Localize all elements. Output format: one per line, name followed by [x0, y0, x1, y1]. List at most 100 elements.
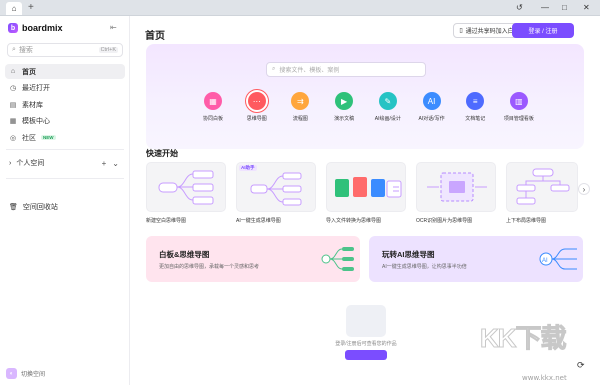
- watermark-url: www.kkx.net: [522, 374, 567, 382]
- tool-document[interactable]: ≡ 文档笔记: [458, 92, 492, 122]
- brand-logo[interactable]: b boardmix: [8, 23, 63, 33]
- banner-subtitle: 更加自由的思维导图，承载每一个灵感和思考: [159, 264, 260, 270]
- ocr-preview-icon: [427, 172, 487, 202]
- new-badge: NEW: [41, 135, 56, 140]
- whiteboard-icon: ▦: [204, 92, 222, 110]
- banner-ai-mindmap[interactable]: 玩转AI思维导图 AI一键生成思维导图，让构思事半功倍 AI: [369, 236, 583, 282]
- card-thumbnail: [506, 162, 578, 212]
- sidebar-item-label: 素材库: [22, 101, 43, 109]
- ai-chat-icon: AI: [422, 92, 441, 110]
- presentation-icon: ▶: [335, 92, 354, 110]
- svg-text:AI: AI: [542, 258, 548, 264]
- sidebar-item-home[interactable]: ⌂ 首页: [5, 64, 125, 79]
- mindmap-illustration-icon: [321, 247, 354, 271]
- switch-account[interactable]: ◐ 切换空间: [6, 368, 45, 379]
- quick-card-import-file[interactable]: 导入文件转换为思维导图: [326, 162, 406, 224]
- page-title: 首页: [145, 31, 165, 42]
- sidebar-search[interactable]: ⌕ 搜索 Ctrl+K: [7, 43, 123, 57]
- sidebar-nav: ⌂ 首页 ◷ 最近打开 ▤ 素材库 ▦ 模板中心 ◎ 社区 NEW: [5, 64, 125, 147]
- chevron-right-icon[interactable]: ›: [578, 183, 590, 195]
- refresh-icon[interactable]: ↺: [516, 2, 523, 14]
- sidebar-item-recent[interactable]: ◷ 最近打开: [5, 81, 125, 96]
- community-icon: ◎: [9, 134, 17, 142]
- tool-label: 协同白板: [202, 116, 223, 122]
- home-icon: ⌂: [11, 4, 17, 13]
- close-button[interactable]: ✕: [583, 2, 590, 14]
- kanban-icon: ▥: [509, 92, 528, 110]
- chevron-down-icon[interactable]: ⌄: [112, 159, 119, 168]
- sidebar-item-label: 最近打开: [22, 85, 50, 92]
- tool-flowchart[interactable]: ⇉ 流程图: [283, 92, 317, 122]
- banner-subtitle: AI一键生成思维导图，让构思事半功倍: [382, 264, 467, 270]
- quick-card-top-down[interactable]: 上下布局思维导图: [506, 162, 578, 224]
- ai-mindmap-illustration-icon: AI: [539, 248, 577, 270]
- personal-space-label: 个人空间: [16, 160, 45, 167]
- mindmap-preview-icon: [516, 168, 570, 205]
- personal-space-row[interactable]: › 个人空间 + ⌄: [9, 158, 119, 168]
- tool-ai-chat[interactable]: AI AI对话/写作: [415, 92, 449, 122]
- tool-label: 流程图: [292, 116, 308, 122]
- sidebar-item-templates[interactable]: ▦ 模板中心: [5, 114, 125, 129]
- tool-kanban[interactable]: ▥ 项目管理看板: [502, 92, 536, 122]
- empty-login-button[interactable]: [345, 350, 387, 360]
- chevron-right-icon: ›: [9, 159, 12, 167]
- sidebar: b boardmix ⇤ ⌕ 搜索 Ctrl+K ⌂ 首页 ◷ 最近打开 ▤ 素材库 …: [0, 16, 130, 385]
- quick-card-blank-mindmap[interactable]: 新建空白思维导图: [146, 162, 226, 224]
- banner-title: 白板&思维导图: [159, 250, 210, 259]
- tool-whiteboard[interactable]: ▦ 协同白板: [196, 92, 230, 122]
- banner-title: 玩转AI思维导图: [382, 250, 435, 259]
- mindmap-preview-icon: [158, 170, 214, 205]
- switch-label: 切换空间: [21, 372, 46, 378]
- card-label: AI一键生成思维导图: [236, 218, 281, 224]
- trash-label: 空间回收站: [22, 204, 58, 211]
- collapse-sidebar-icon[interactable]: ⇤: [110, 23, 117, 32]
- minimize-button[interactable]: —: [541, 2, 549, 14]
- shortcut-hint: Ctrl+K: [98, 47, 118, 53]
- card-label: OCR识别图片为思维导图: [416, 218, 473, 224]
- sidebar-item-label: 社区: [22, 134, 36, 142]
- trash-icon: 🗑: [9, 204, 18, 211]
- add-icon[interactable]: +: [102, 159, 107, 168]
- card-label: 上下布局思维导图: [506, 218, 547, 224]
- trash-row[interactable]: 🗑 空间回收站: [9, 202, 58, 212]
- boardmix-logo-icon: b: [8, 23, 18, 33]
- template-icon: ▦: [9, 118, 17, 125]
- hero-panel: ⌕ 搜索文件、模板、案例 ▦ 协同白板 ⋯ 思维导图 ⇉ 流程图 ▶ 演示文稿 ✎ AI绘画/设计…: [146, 44, 584, 149]
- banner-whiteboard-mindmap[interactable]: 白板&思维导图 更加自由的思维导图，承载每一个灵感和思考: [146, 236, 360, 282]
- card-label: 导入文件转换为思维导图: [326, 218, 382, 224]
- quick-start-title: 快速开始: [146, 149, 178, 158]
- browser-tab[interactable]: ⌂: [6, 2, 22, 15]
- ai-tag: AI助手: [239, 165, 257, 171]
- new-tab-button[interactable]: +: [28, 2, 34, 14]
- tool-label: AI绘画/设计: [374, 116, 401, 122]
- ai-paint-icon: ✎: [378, 92, 397, 110]
- hero-search-input[interactable]: ⌕ 搜索文件、模板、案例: [266, 62, 426, 77]
- tool-mindmap[interactable]: ⋯ 思维导图: [240, 92, 274, 122]
- search-icon: ⌕: [272, 66, 276, 72]
- sidebar-item-community[interactable]: ◎ 社区 NEW: [5, 130, 125, 145]
- login-button[interactable]: 登录 / 注册: [512, 23, 574, 38]
- card-label: 新建空白思维导图: [146, 218, 187, 224]
- card-thumbnail: [416, 162, 496, 212]
- quick-card-ocr[interactable]: OCR识别图片为思维导图: [416, 162, 496, 224]
- maximize-button[interactable]: □: [562, 2, 567, 14]
- quick-card-ai-mindmap[interactable]: AI助手 AI一键生成思维导图: [236, 162, 316, 224]
- home-icon: ⌂: [10, 68, 16, 75]
- empty-state-text: 登录/注册后可查看您的作品: [335, 341, 397, 347]
- card-thumbnail: [326, 162, 406, 212]
- search-placeholder: 搜索: [18, 47, 33, 54]
- library-icon: ▤: [9, 101, 17, 109]
- search-icon: ⌕: [12, 46, 16, 53]
- tool-presentation[interactable]: ▶ 演示文稿: [327, 92, 361, 122]
- empty-state: 登录/注册后可查看您的作品: [326, 305, 406, 360]
- tool-ai-paint[interactable]: ✎ AI绘画/设计: [371, 92, 405, 122]
- empty-folder-icon: [346, 305, 386, 337]
- sidebar-item-label: 首页: [22, 68, 36, 76]
- sidebar-item-label: 模板中心: [22, 118, 50, 125]
- card-thumbnail: AI助手: [236, 162, 316, 212]
- flowchart-icon: ⇉: [291, 92, 310, 110]
- quick-start-cards: 新建空白思维导图 AI助手 AI一键生成思维导图 导入文件转换为思维导图 OCR…: [146, 162, 590, 230]
- sidebar-item-library[interactable]: ▤ 素材库: [5, 97, 125, 112]
- avatar: ◐: [6, 368, 17, 379]
- refresh-float-icon[interactable]: ⟳: [577, 360, 585, 371]
